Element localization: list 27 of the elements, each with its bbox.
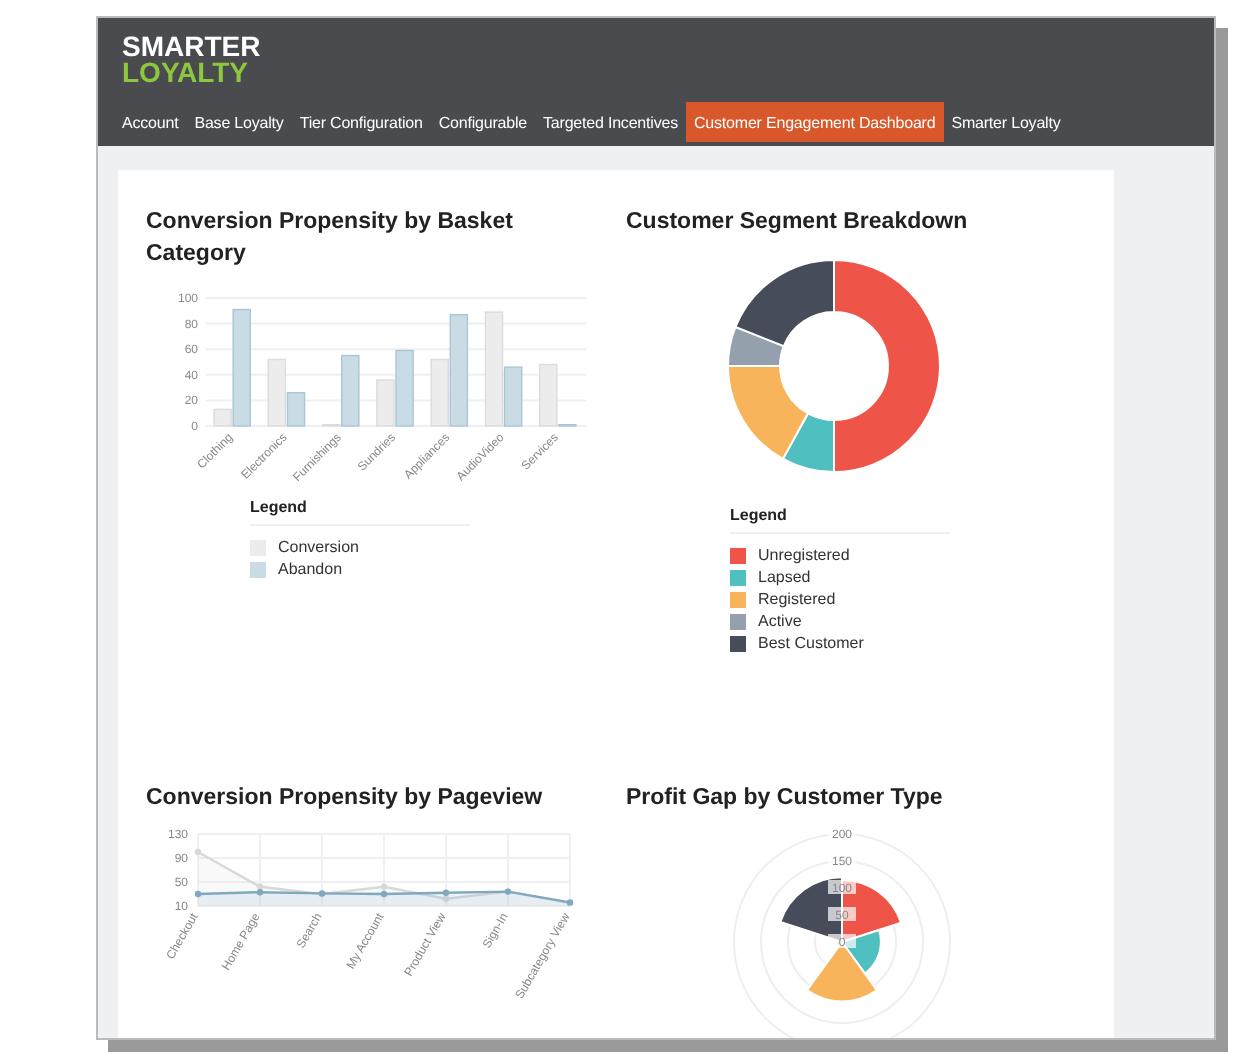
logo-text: LOYALTY [122,60,249,86]
nav-tab[interactable]: Account [114,102,187,142]
legend-label: Unregistered [758,546,850,564]
legend-label: Lapsed [758,568,811,586]
data-point [566,899,574,906]
nav-tab[interactable]: Customer Engagement Dashboard [685,102,944,142]
legend-label: Abandon [278,560,343,578]
nav-tab[interactable]: Base Loyalty [186,102,292,142]
legend-title: Legend [730,506,950,534]
chart-title: Customer Segment Breakdown [626,208,970,238]
nav-tab[interactable]: Configurable [430,102,535,142]
legend-title: Legend [250,498,470,526]
chart-title: Conversion Propensity by Pageview [146,784,545,814]
chart-title: Conversion Propensity by Basket Category [146,208,515,270]
nav-tab[interactable]: Tier Configuration [291,102,431,142]
legend-label: Active [758,612,802,630]
data-point [318,890,326,897]
data-point [194,848,202,856]
legend-label: Registered [758,590,836,608]
legend-swatch [250,561,266,577]
legend-label: Best Customer [758,634,864,652]
logo-text: SMARTER [122,34,261,60]
nav-tab[interactable]: Smarter Loyalty [943,102,1069,142]
chart-title: Profit Gap by Customer Type [626,784,945,814]
nav-tab[interactable]: Targeted Incentives [535,102,686,142]
legend-label: Conversion [278,538,359,556]
data-point [194,890,202,898]
